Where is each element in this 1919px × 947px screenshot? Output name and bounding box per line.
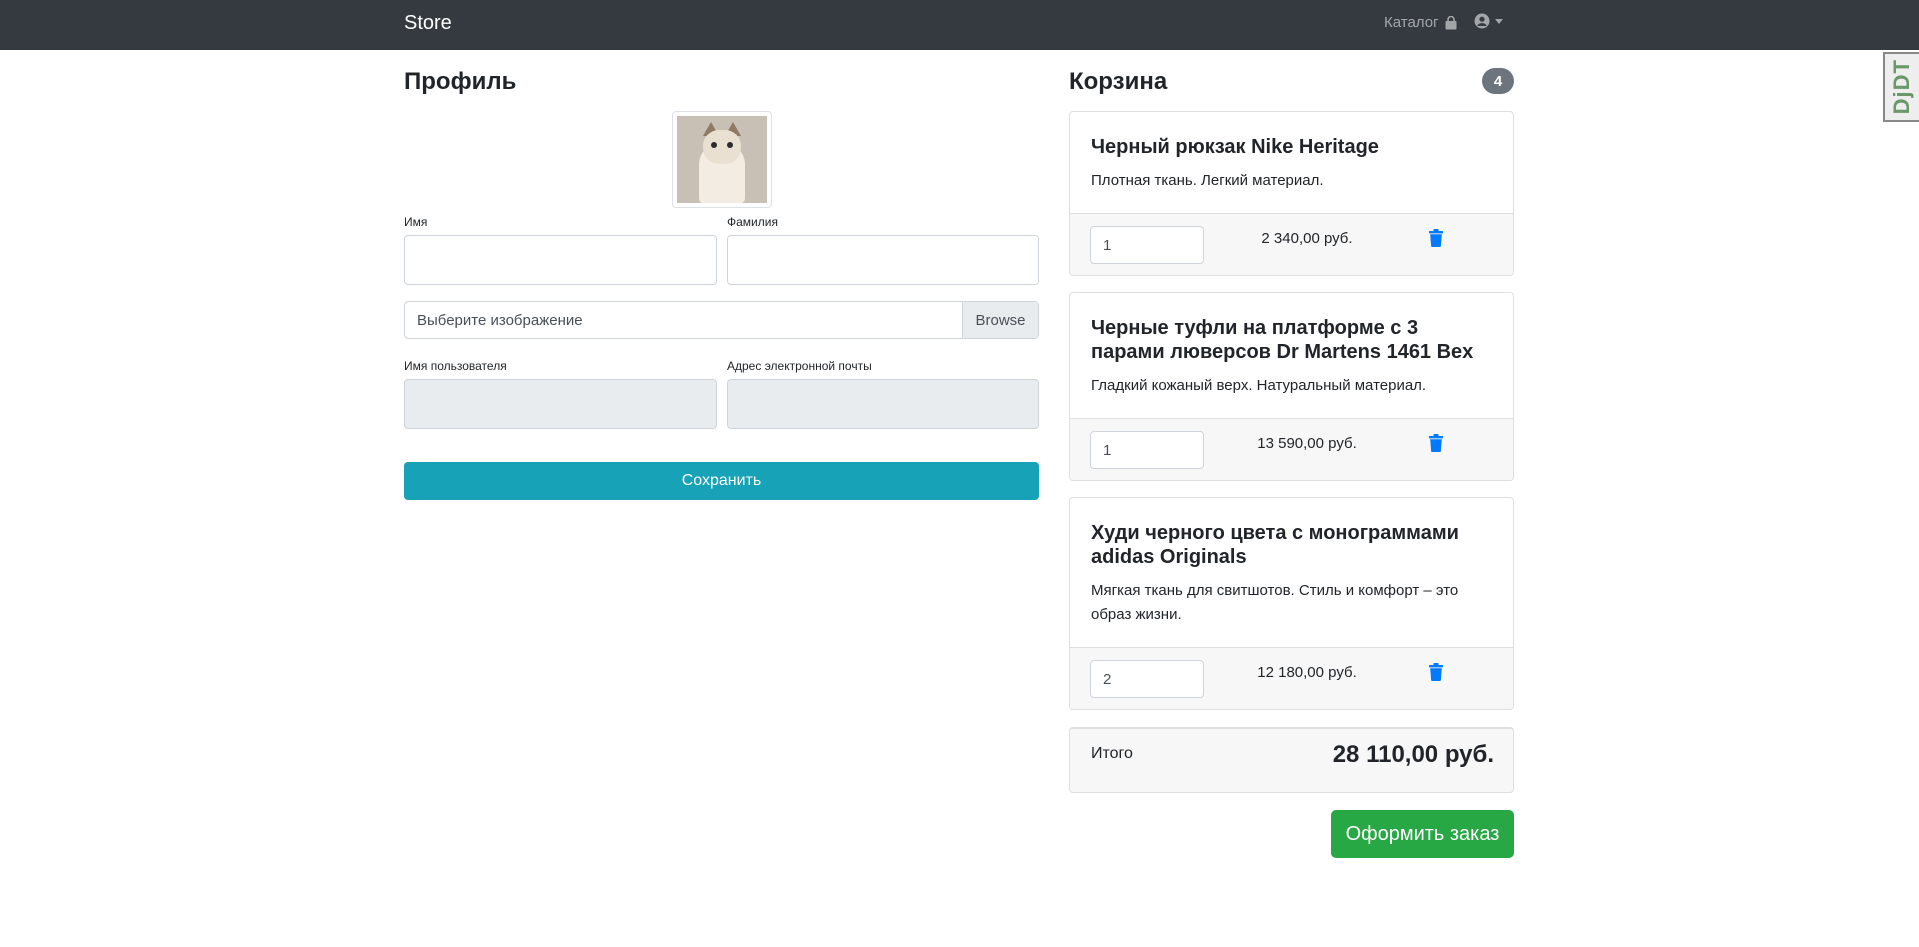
cart-item-description: Плотная ткань. Легкий материал. xyxy=(1091,172,1324,189)
cart-item-price: 2 340,00 руб. xyxy=(1261,230,1353,247)
last-name-field[interactable] xyxy=(727,235,1039,285)
cart-item-price: 13 590,00 руб. xyxy=(1257,435,1357,452)
avatar-image xyxy=(677,116,767,203)
email-field[interactable] xyxy=(727,379,1039,429)
user-circle-icon xyxy=(1474,13,1490,29)
cart-item-title: Худи черного цвета с монограммами adidas… xyxy=(1091,522,1459,568)
profile-heading: Профиль xyxy=(404,68,517,95)
trash-icon[interactable] xyxy=(1428,434,1444,452)
quantity-input[interactable] xyxy=(1090,226,1204,264)
email-label: Адрес электронной почты xyxy=(727,359,872,373)
shopping-bag-icon xyxy=(1445,15,1457,29)
cart-total: Итого 28 110,00 руб. xyxy=(1069,727,1514,793)
brand-link[interactable]: Store xyxy=(404,12,452,35)
cart-item: Черный рюкзак Nike Heritage Плотная ткан… xyxy=(1069,111,1514,276)
user-menu-toggle[interactable] xyxy=(1474,13,1503,29)
cart-item-footer: 13 590,00 руб. xyxy=(1070,418,1513,480)
cart-item-title: Черный рюкзак Nike Heritage xyxy=(1091,136,1379,158)
cart-item: Черные туфли на платформе с 3 парами люв… xyxy=(1069,292,1514,481)
quantity-input[interactable] xyxy=(1090,431,1204,469)
first-name-field[interactable] xyxy=(404,235,717,285)
cart-item: Худи черного цвета с монограммами adidas… xyxy=(1069,497,1514,710)
last-name-label: Фамилия xyxy=(727,215,778,229)
save-button[interactable]: Сохранить xyxy=(404,462,1039,500)
avatar xyxy=(672,111,772,208)
cart-item-footer: 2 340,00 руб. xyxy=(1070,213,1513,275)
debug-toolbar-handle[interactable]: DjDT xyxy=(1883,52,1919,122)
chevron-down-icon xyxy=(1495,18,1503,24)
cart-item-title: Черные туфли на платформе с 3 парами люв… xyxy=(1091,317,1474,363)
trash-icon[interactable] xyxy=(1428,229,1444,247)
image-file-input[interactable]: Выберите изображение Browse xyxy=(404,301,1039,339)
cart-item-footer: 12 180,00 руб. xyxy=(1070,647,1513,709)
username-field[interactable] xyxy=(404,379,717,429)
place-order-button[interactable]: Оформить заказ xyxy=(1331,810,1514,858)
total-label: Итого xyxy=(1091,745,1133,762)
first-name-label: Имя xyxy=(404,215,428,229)
cart-count-badge: 4 xyxy=(1482,68,1514,94)
catalog-label: Каталог xyxy=(1384,14,1439,31)
cart-item-description: Гладкий кожаный верх. Натуральный матери… xyxy=(1091,377,1427,394)
catalog-link[interactable]: Каталог xyxy=(1384,14,1458,31)
debug-toolbar-label: DjDT xyxy=(1889,59,1914,115)
total-value: 28 110,00 руб. xyxy=(1332,741,1494,768)
navbar: Store Каталог xyxy=(0,0,1919,50)
trash-icon[interactable] xyxy=(1428,663,1444,681)
quantity-input[interactable] xyxy=(1090,660,1204,698)
cart-item-price: 12 180,00 руб. xyxy=(1257,664,1357,681)
cart-item-description: Мягкая ткань для свитшотов. Стиль и комф… xyxy=(1091,582,1459,623)
username-label: Имя пользователя xyxy=(404,359,507,373)
browse-button[interactable]: Browse xyxy=(962,302,1038,338)
cart-heading: Корзина xyxy=(1069,68,1168,95)
file-input-placeholder: Выберите изображение xyxy=(417,312,583,329)
